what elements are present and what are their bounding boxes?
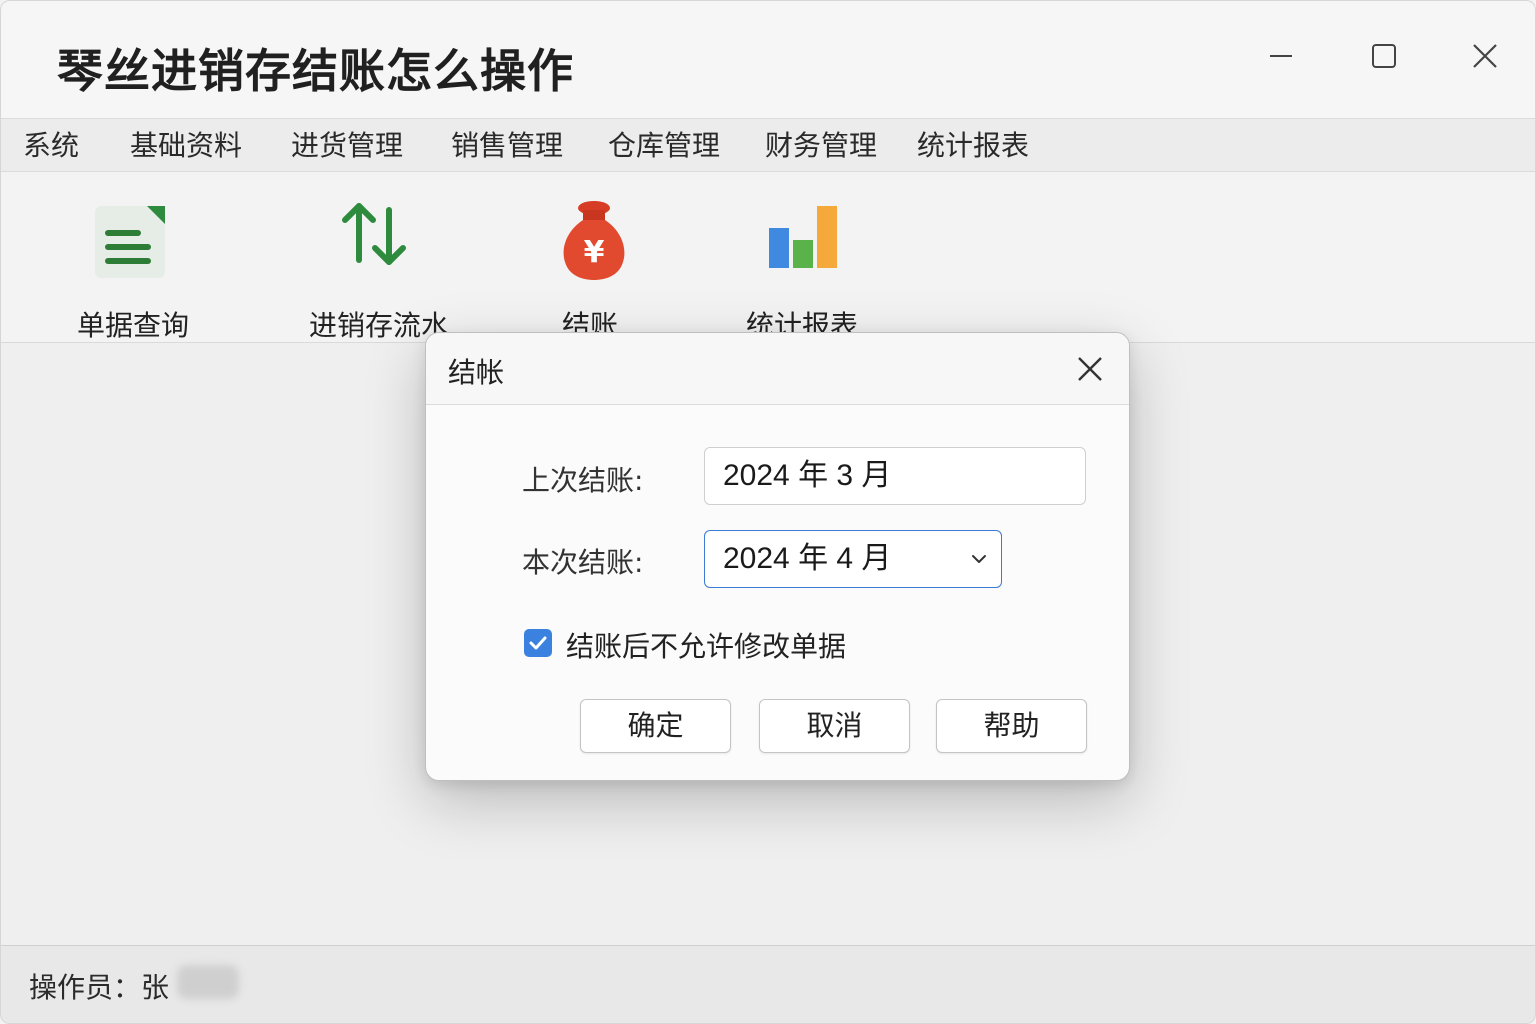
- svg-text:¥: ¥: [584, 235, 605, 270]
- minimize-icon: [1270, 55, 1292, 57]
- current-close-value: 2024 年 4 月: [723, 542, 892, 575]
- menu-item-warehouse[interactable]: 仓库管理: [608, 127, 720, 165]
- tool-close-accounts[interactable]: ¥ 结账: [555, 194, 635, 344]
- current-close-select[interactable]: 2024 年 4 月: [704, 530, 1002, 588]
- maximize-button[interactable]: [1356, 31, 1412, 81]
- cancel-button[interactable]: 取消: [759, 699, 910, 753]
- tool-statistics-report[interactable]: 统计报表: [745, 194, 865, 344]
- up-down-arrows-icon: [342, 203, 406, 265]
- menu-item-purchasing[interactable]: 进货管理: [291, 127, 403, 165]
- operator-label: 操作员：张: [29, 971, 170, 1004]
- dialog-title: 结帐: [448, 356, 505, 389]
- menu-item-sales[interactable]: 销售管理: [451, 127, 563, 165]
- dialog-header: 结帐: [426, 333, 1129, 405]
- menu-item-finance[interactable]: 财务管理: [765, 127, 877, 165]
- checkmark-icon: [529, 636, 547, 650]
- minimize-button[interactable]: [1253, 31, 1309, 81]
- app-title: 琴丝进销存结账怎么操作: [57, 44, 574, 98]
- document-list-icon: [95, 206, 165, 278]
- tool-inventory-flow[interactable]: 进销存流水: [307, 194, 457, 344]
- tool-document-query[interactable]: 单据查询: [75, 194, 195, 344]
- tool-label: 单据查询: [77, 309, 190, 342]
- last-close-label: 上次结账:: [522, 464, 644, 497]
- menu-item-reports[interactable]: 统计报表: [917, 127, 1029, 165]
- operator-name-redacted: [177, 965, 239, 999]
- app-window: 琴丝进销存结账怎么操作 系统 基础资料 进货管理 销售管理 仓库管理 财务管理 …: [0, 0, 1536, 1024]
- close-icon: [1078, 357, 1102, 381]
- bar-chart-icon: [769, 206, 837, 268]
- maximize-icon: [1372, 44, 1396, 68]
- menu-bar: 系统 基础资料 进货管理 销售管理 仓库管理 财务管理 统计报表: [1, 118, 1535, 172]
- toolbar: 单据查询 进销存流水 ¥ 结账 统计报表: [1, 172, 1535, 343]
- dialog-close-button[interactable]: [1070, 349, 1110, 389]
- current-close-label: 本次结账:: [522, 546, 644, 579]
- title-bar: 琴丝进销存结账怎么操作: [1, 1, 1535, 118]
- confirm-button[interactable]: 确定: [580, 699, 731, 753]
- menu-item-basic-data[interactable]: 基础资料: [130, 127, 242, 165]
- help-button[interactable]: 帮助: [936, 699, 1087, 753]
- last-close-field: 2024 年 3 月: [704, 447, 1086, 505]
- lock-documents-checkbox[interactable]: [524, 629, 552, 657]
- lock-documents-label[interactable]: 结账后不允许修改单据: [566, 625, 846, 665]
- menu-item-system[interactable]: 系统: [23, 127, 79, 165]
- close-window-button[interactable]: [1457, 31, 1513, 81]
- chevron-down-icon: [972, 555, 986, 563]
- close-icon: [1473, 44, 1497, 68]
- close-accounts-dialog: 结帐 上次结账: 2024 年 3 月 本次结账: 2024 年 4 月 结账后…: [425, 332, 1130, 781]
- money-bag-icon: ¥: [563, 201, 625, 280]
